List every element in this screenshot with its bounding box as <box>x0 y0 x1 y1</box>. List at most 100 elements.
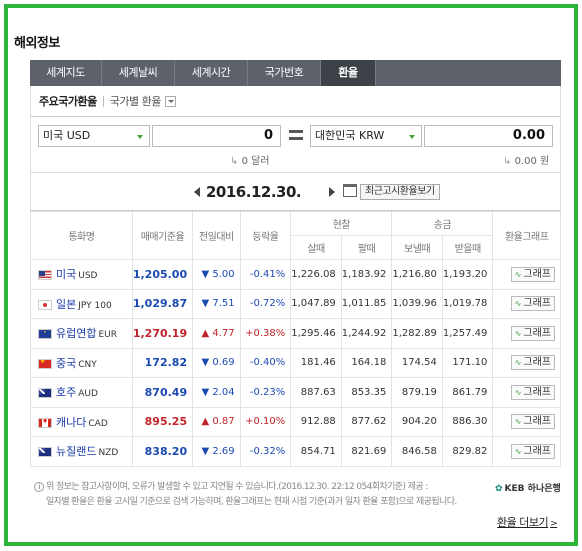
graph-button[interactable]: ∿ 그래프 <box>510 266 555 282</box>
chart-icon: ∿ <box>514 446 522 456</box>
tab-world-map[interactable]: 세계지도 <box>30 60 102 86</box>
rate-pct-cell: -0.41% <box>240 259 292 290</box>
cash-buy-cell: 887.63 <box>290 377 342 408</box>
base-rate-cell: 1,205.00 <box>132 259 194 290</box>
base-rate-cell: 895.25 <box>132 407 194 437</box>
currency-code: CNY <box>78 359 97 370</box>
receive-cell: 861.79 <box>442 377 494 408</box>
currency-code: USD <box>78 271 98 282</box>
graph-cell: ∿ 그래프 <box>492 348 561 378</box>
cash-buy-cell: 1,226.08 <box>290 259 342 290</box>
graph-button[interactable]: ∿ 그래프 <box>510 296 555 312</box>
to-amount-input[interactable]: 0.00 <box>424 125 553 147</box>
currency-cell[interactable]: 미국 USD <box>30 259 133 290</box>
currency-cell[interactable]: 뉴질랜드 NZD <box>30 436 133 467</box>
flag-icon <box>38 299 52 310</box>
from-currency-value: 미국 USD <box>43 129 91 142</box>
by-country-label[interactable]: 국가별 환율 <box>110 93 162 109</box>
currency-code: EUR <box>98 330 118 341</box>
receive-cell: 886.30 <box>442 407 494 437</box>
tab-world-weather[interactable]: 세계날씨 <box>102 60 175 86</box>
currency-cell[interactable]: 일본 JPY 100 <box>30 289 133 319</box>
col-header-graph: 환율그래프 <box>492 211 561 260</box>
equals-icon <box>289 130 303 140</box>
cash-buy-cell: 1,295.46 <box>290 318 342 349</box>
rate-pct-cell: +0.10% <box>240 407 292 437</box>
major-rates-label[interactable]: 주요국가환율 <box>39 93 97 109</box>
tab-exchange-rate[interactable]: 환율 <box>321 60 376 86</box>
graph-cell: ∿ 그래프 <box>492 289 561 319</box>
table-row: 호주 AUD 870.49 ▼ 2.04 -0.23% 887.63 853.35 879.1… <box>30 377 561 408</box>
send-cell: 1,282.89 <box>391 318 443 349</box>
flag-icon <box>38 447 52 458</box>
divider <box>102 95 104 107</box>
cash-sell-cell: 821.69 <box>341 436 393 467</box>
flag-icon <box>38 358 52 369</box>
cash-buy-cell: 912.88 <box>290 407 342 437</box>
col-header-rate-pct: 등락율 <box>239 211 292 260</box>
recent-rates-button[interactable]: 최근고시환율보기 <box>360 184 440 200</box>
next-date-icon[interactable] <box>329 187 335 197</box>
cash-sell-cell: 853.35 <box>341 377 393 408</box>
info-icon: i <box>34 481 44 492</box>
graph-cell: ∿ 그래프 <box>492 377 561 408</box>
change-cell: ▼ 7.51 <box>192 289 241 319</box>
col-header-send: 보낼때 <box>391 235 443 260</box>
graph-button[interactable]: ∿ 그래프 <box>510 355 555 371</box>
flag-icon <box>38 329 52 340</box>
change-cell: ▼ 2.69 <box>192 436 241 467</box>
section-title: 해외정보 <box>14 36 60 51</box>
col-header-cash-sell: 팔때 <box>340 235 393 260</box>
table-row: 일본 JPY 100 1,029.87 ▼ 7.51 -0.72% 1,047.89 1,0… <box>30 289 561 319</box>
receive-cell: 1,193.20 <box>442 259 494 290</box>
currency-name: 일본 <box>56 297 77 311</box>
send-cell: 879.19 <box>391 377 443 408</box>
keb-logo-icon: ✿ <box>495 484 503 494</box>
table-row: 유럽연합EUR1,270.19▲ 4.77+0.38%1,295.461,244… <box>30 318 561 349</box>
chart-icon: ∿ <box>514 299 522 309</box>
graph-cell: ∿ 그래프 <box>492 436 561 467</box>
more-rates-link[interactable]: 환율 더보기 > <box>497 514 558 530</box>
calendar-icon[interactable] <box>343 184 357 197</box>
col-header-receive: 받을때 <box>441 235 494 260</box>
from-currency-select[interactable]: 미국 USD <box>38 125 150 147</box>
graph-button[interactable]: ∿ 그래프 <box>510 443 555 459</box>
note-line-2: 일자별 환율은 환율 고시일 기준으로 검색 가능하며, 환율그래프는 현재 시… <box>46 497 457 507</box>
receive-cell: 171.10 <box>442 348 494 378</box>
current-date: 2016.12.30. <box>206 183 302 201</box>
subheader: 주요국가환율 국가별 환율 <box>30 86 561 116</box>
graph-button[interactable]: ∿ 그래프 <box>510 325 555 341</box>
to-currency-select[interactable]: 대한민국 KRW <box>310 125 422 147</box>
tab-country-code[interactable]: 국가번호 <box>248 60 321 86</box>
chart-icon: ∿ <box>514 269 522 279</box>
graph-cell: ∿ 그래프 <box>492 407 561 437</box>
tab-world-time[interactable]: 세계시간 <box>175 60 248 86</box>
col-header-base-rate: 매매기준율 <box>131 211 194 260</box>
change-cell: ▼ 5.00 <box>192 259 241 290</box>
currency-cell[interactable]: 호주 AUD <box>30 377 133 408</box>
to-currency-value: 대한민국 KRW <box>315 129 385 142</box>
graph-button[interactable]: ∿ 그래프 <box>510 384 555 400</box>
from-amount-input[interactable]: 0 <box>152 125 281 147</box>
cash-sell-cell: 877.62 <box>341 407 393 437</box>
receive-cell: 1,019.78 <box>442 289 494 319</box>
flag-icon <box>38 270 52 281</box>
to-amount-hint: ↳ 0.00 원 <box>503 156 550 167</box>
currency-name: 뉴질랜드 <box>56 445 97 459</box>
return-arrow-icon: ↳ <box>230 156 242 167</box>
currency-name: 중국 <box>56 356 77 370</box>
chevron-down-icon[interactable] <box>164 95 176 107</box>
currency-cell[interactable]: 유럽연합EUR <box>30 318 133 349</box>
cash-buy-cell: 181.46 <box>290 348 342 378</box>
prev-date-icon[interactable] <box>194 187 200 197</box>
table-row: 캐나다CAD895.25▲ 0.87+0.10%912.88877.62904.… <box>30 407 561 437</box>
col-header-transfer: 송금 <box>391 211 494 236</box>
currency-cell[interactable]: 중국CNY <box>30 348 133 378</box>
graph-button[interactable]: ∿ 그래프 <box>510 414 555 430</box>
base-rate-cell: 1,029.87 <box>132 289 194 319</box>
currency-cell[interactable]: 캐나다CAD <box>30 407 133 437</box>
col-header-cash-buy: 살때 <box>290 235 342 260</box>
rate-pct-cell: -0.23% <box>240 377 292 408</box>
flag-icon <box>38 417 52 428</box>
table-row: 중국CNY172.82▼ 0.69-0.40%181.46164.18174.5… <box>30 348 561 378</box>
